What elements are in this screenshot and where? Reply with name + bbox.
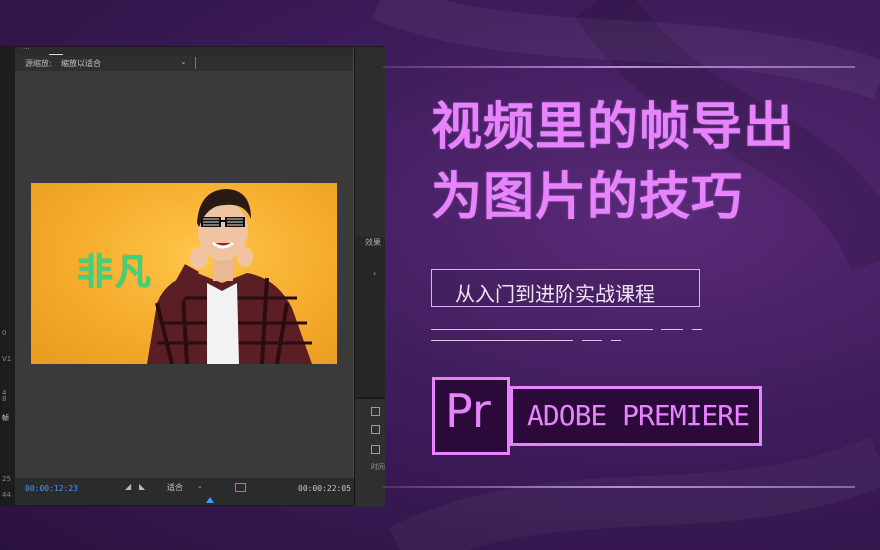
chevron-down-icon[interactable]: ⌄ (197, 482, 203, 490)
person-image (147, 189, 312, 364)
effects-panel: 效果 › 时间 (354, 47, 385, 507)
strip-mark: 0 (2, 329, 7, 337)
dash-line (431, 329, 653, 330)
effects-label[interactable]: 效果 (365, 237, 381, 248)
dash-line (611, 340, 621, 341)
dash-line (661, 329, 683, 330)
chevron-down-icon[interactable]: ⌄ (180, 57, 187, 66)
premiere-logo: Pr (432, 377, 510, 455)
subtitle-box: 从入门到进阶实战课程 (431, 269, 700, 307)
zoom-row: 源缩放: 缩放以适合 ⌄ (15, 55, 354, 71)
timeline-left-strip: 0 V1 4 8 帧 25 44 (1, 47, 16, 505)
premiere-window: 0 V1 4 8 帧 25 44 ··· 源缩放: 缩放以适合 ⌄ 非凡 00:… (0, 45, 385, 507)
strip-mark: 25 (2, 475, 11, 483)
checkbox[interactable] (371, 425, 380, 434)
zoom-select[interactable]: 缩放以适合 (61, 58, 101, 69)
divider (195, 57, 196, 69)
dash-line (692, 329, 702, 330)
brand-box: ADOBE PREMIERE (510, 386, 762, 446)
strip-mark: 44 (2, 491, 11, 499)
subtitle-text: 从入门到进阶实战课程 (455, 282, 655, 306)
checkbox[interactable] (371, 407, 380, 416)
video-frame: 非凡 (31, 183, 337, 364)
mark-in-icon[interactable]: ◢ (125, 482, 131, 491)
bottom-divider (383, 486, 855, 488)
dash-line (582, 340, 602, 341)
headline-line-2: 为图片的技巧 (431, 168, 744, 227)
panel-top (355, 47, 385, 237)
headline-line-1: 视频里的帧导出 (431, 98, 796, 157)
zoom-label: 源缩放: (25, 59, 52, 68)
top-divider (383, 66, 855, 68)
current-timecode[interactable]: 00:00:12:23 (25, 484, 78, 493)
strip-mark: 帧 (2, 414, 9, 422)
fit-select[interactable]: 适合 (167, 482, 183, 493)
playback-controls: 00:00:12:23 ◢ ◣ 适合 ⌄ 00:00:22:05 (15, 478, 354, 505)
panel-label: 时间 (371, 463, 385, 471)
duration-timecode: 00:00:22:05 (298, 484, 351, 493)
strip-mark: 8 (2, 395, 7, 403)
monitor-tabbar: ··· (15, 45, 354, 55)
dash-line (431, 340, 573, 341)
brand-name: ADOBE PREMIERE (527, 399, 750, 432)
chevron-right-icon[interactable]: › (373, 269, 376, 278)
panel-lower: 时间 (355, 397, 385, 507)
tab-overflow[interactable]: ··· (23, 45, 30, 53)
premiere-logo-text: Pr (445, 384, 491, 438)
mark-out-icon[interactable]: ◣ (139, 482, 145, 491)
export-frame-icon[interactable] (235, 483, 246, 492)
checkbox[interactable] (371, 445, 380, 454)
playhead-icon[interactable] (206, 497, 214, 503)
source-monitor: ··· 源缩放: 缩放以适合 ⌄ 非凡 00:00:12:23 ◢ ◣ 适合 ⌄… (15, 45, 354, 505)
strip-mark: V1 (2, 355, 12, 363)
tab-active[interactable] (49, 47, 63, 55)
